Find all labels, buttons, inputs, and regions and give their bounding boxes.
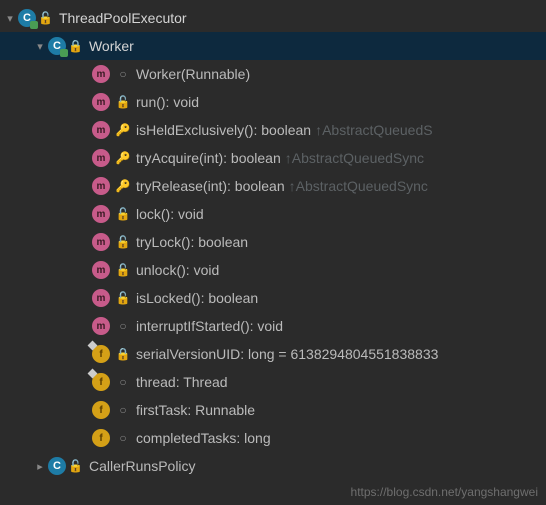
override-hint: ↑AbstractQueuedS: [315, 122, 433, 138]
member-label: interruptIfStarted(): void: [136, 318, 283, 334]
member-label: lock(): void: [136, 206, 204, 222]
method-icon: m: [92, 93, 110, 111]
visibility-package-icon: ○: [116, 403, 130, 417]
chevron-down-icon[interactable]: ▾: [32, 40, 48, 53]
tree-node-member[interactable]: f ○ firstTask: Runnable: [0, 396, 546, 424]
visibility-private-icon: 🔒: [68, 39, 83, 53]
override-hint: ↑AbstractQueuedSync: [285, 150, 424, 166]
method-icon: m: [92, 149, 110, 167]
visibility-package-icon: ○: [116, 375, 130, 389]
tree-node-member[interactable]: m 🔑 tryAcquire(int): boolean↑AbstractQueue…: [0, 144, 546, 172]
tree-node-class[interactable]: ▾ C 🔓 ThreadPoolExecutor: [0, 4, 546, 32]
visibility-package-icon: ○: [116, 431, 130, 445]
method-icon: m: [92, 121, 110, 139]
tree-node-member[interactable]: f ○ completedTasks: long: [0, 424, 546, 452]
visibility-package-icon: ○: [116, 67, 130, 81]
member-label: Worker(Runnable): [136, 66, 250, 82]
field-icon: f: [92, 345, 110, 363]
member-label: serialVersionUID: long = 613829480455183…: [136, 346, 438, 362]
class-icon: C: [48, 457, 66, 475]
tree-node-member[interactable]: m 🔓 unlock(): void: [0, 256, 546, 284]
method-icon: m: [92, 317, 110, 335]
member-label: unlock(): void: [136, 262, 219, 278]
chevron-right-icon[interactable]: ▸: [32, 460, 48, 473]
tree-node-member[interactable]: m 🔑 isHeldExclusively(): boolean↑AbstractQ…: [0, 116, 546, 144]
visibility-package-icon: ○: [116, 319, 130, 333]
class-icon: C: [48, 37, 66, 55]
member-label: tryLock(): boolean: [136, 234, 248, 250]
tree-node-member[interactable]: m 🔓 lock(): void: [0, 200, 546, 228]
visibility-public-icon: 🔓: [116, 291, 130, 305]
tree-node-member[interactable]: m ○ Worker(Runnable): [0, 60, 546, 88]
method-icon: m: [92, 205, 110, 223]
tree-node-member[interactable]: f ○ thread: Thread: [0, 368, 546, 396]
visibility-public-icon: 🔓: [116, 95, 130, 109]
member-label: tryAcquire(int): boolean: [136, 150, 281, 166]
class-label: CallerRunsPolicy: [89, 458, 196, 474]
visibility-public-icon: 🔓: [38, 11, 53, 25]
tree-node-member[interactable]: m 🔑 tryRelease(int): boolean↑AbstractQueue…: [0, 172, 546, 200]
method-icon: m: [92, 261, 110, 279]
tree-node-class[interactable]: ▸ C 🔓 CallerRunsPolicy: [0, 452, 546, 480]
class-label: Worker: [89, 38, 134, 54]
field-icon: f: [92, 401, 110, 419]
class-label: ThreadPoolExecutor: [59, 10, 187, 26]
class-icon: C: [18, 9, 36, 27]
member-label: tryRelease(int): boolean: [136, 178, 285, 194]
field-icon: f: [92, 429, 110, 447]
visibility-private-icon: 🔒: [116, 347, 130, 361]
chevron-down-icon[interactable]: ▾: [2, 12, 18, 25]
visibility-protected-icon: 🔑: [116, 179, 130, 193]
visibility-public-icon: 🔓: [116, 207, 130, 221]
override-hint: ↑AbstractQueuedSync: [289, 178, 428, 194]
method-icon: m: [92, 177, 110, 195]
member-label: completedTasks: long: [136, 430, 271, 446]
method-icon: m: [92, 289, 110, 307]
member-label: thread: Thread: [136, 374, 228, 390]
method-icon: m: [92, 233, 110, 251]
watermark-text: https://blog.csdn.net/yangshangwei: [351, 485, 538, 499]
visibility-protected-icon: 🔑: [116, 123, 130, 137]
tree-node-inner-class[interactable]: ▾ C 🔒 Worker: [0, 32, 546, 60]
tree-node-member[interactable]: m 🔓 tryLock(): boolean: [0, 228, 546, 256]
tree-node-member[interactable]: f 🔒 serialVersionUID: long = 6138294804551…: [0, 340, 546, 368]
visibility-protected-icon: 🔑: [116, 151, 130, 165]
member-label: run(): void: [136, 94, 199, 110]
structure-tree: ▾ C 🔓 ThreadPoolExecutor ▾ C 🔒 Worker m ○…: [0, 0, 546, 480]
field-icon: f: [92, 373, 110, 391]
method-icon: m: [92, 65, 110, 83]
tree-node-member[interactable]: m ○ interruptIfStarted(): void: [0, 312, 546, 340]
member-label: isHeldExclusively(): boolean: [136, 122, 311, 138]
member-label: isLocked(): boolean: [136, 290, 258, 306]
visibility-public-icon: 🔓: [116, 263, 130, 277]
tree-node-member[interactable]: m 🔓 run(): void: [0, 88, 546, 116]
visibility-public-icon: 🔓: [116, 235, 130, 249]
member-label: firstTask: Runnable: [136, 402, 255, 418]
tree-node-member[interactable]: m 🔓 isLocked(): boolean: [0, 284, 546, 312]
visibility-public-icon: 🔓: [68, 459, 83, 473]
